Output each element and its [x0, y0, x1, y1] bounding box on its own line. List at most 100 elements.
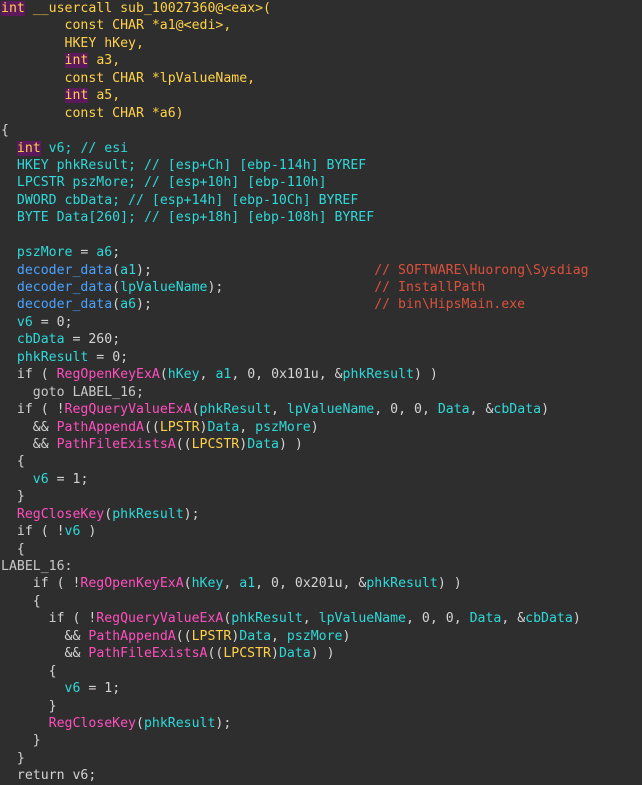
code-line[interactable]: {	[0, 663, 642, 680]
code-token: phkResult	[143, 715, 216, 731]
code-line[interactable]: pszMore = a6;	[0, 244, 642, 261]
code-line[interactable]: if ( !RegQueryValueExA(phkResult, lpValu…	[0, 610, 642, 627]
code-line[interactable]: if ( RegOpenKeyExA(hKey, a1, 0, 0x101u, …	[0, 366, 642, 383]
code-line[interactable]: const CHAR *a6)	[0, 105, 642, 122]
code-line[interactable]: RegCloseKey(phkResult);	[0, 506, 642, 523]
code-line[interactable]: int __usercall sub_10027360@<eax>(	[0, 0, 642, 17]
code-token: __usercall sub_10027360@<eax>(	[32, 1, 271, 16]
code-line[interactable]: v6 = 1;	[0, 680, 642, 697]
code-token: );	[207, 280, 224, 295]
code-token: ) )	[278, 436, 303, 452]
code-line[interactable]: {	[0, 541, 642, 558]
code-listing[interactable]: int __usercall sub_10027360@<eax>( const…	[0, 0, 642, 785]
code-token: ,	[239, 419, 256, 435]
code-token: ;	[80, 471, 89, 487]
code-token: decoder_data	[16, 262, 113, 278]
code-token: )	[271, 646, 279, 662]
code-line[interactable]	[0, 227, 642, 244]
code-line[interactable]: decoder_data(a6); // bin\HipsMain.exe	[0, 296, 642, 313]
code-token: LPCSTR pszMore;	[16, 175, 136, 191]
code-token: a1	[120, 262, 137, 278]
code-line[interactable]: && PathFileExistsA((LPCSTR)Data) )	[0, 645, 642, 662]
code-token: decoder_data	[16, 280, 113, 295]
code-line[interactable]: DWORD cbData; // [esp+14h] [ebp-10Ch] BY…	[0, 192, 642, 209]
code-line[interactable]: && PathFileExistsA((LPCSTR)Data) )	[0, 436, 642, 453]
code-token: // [esp+18h] [ebp-108h] BYREF	[143, 210, 375, 226]
code-line[interactable]: int a3,	[0, 52, 642, 69]
code-token: =	[32, 314, 57, 330]
code-line[interactable]: v6 = 1;	[0, 471, 642, 488]
code-token: phkResult	[231, 611, 303, 627]
code-token: 0	[271, 576, 279, 592]
code-line[interactable]: {	[0, 122, 642, 139]
code-line[interactable]: && PathAppendA((LPSTR)Data, pszMore)	[0, 628, 642, 645]
code-token: RegCloseKey	[48, 715, 136, 731]
code-line[interactable]: const CHAR *a1@<edi>,	[0, 17, 642, 34]
code-line[interactable]: int v6; // esi	[0, 140, 642, 157]
code-line[interactable]: decoder_data(lpValueName); // InstallPat…	[0, 279, 642, 296]
code-line[interactable]: decoder_data(a1); // SOFTWARE\Huorong\Sy…	[0, 262, 642, 279]
code-line[interactable]: LABEL_16:	[0, 558, 642, 575]
code-line[interactable]: if ( !v6 )	[0, 523, 642, 540]
code-token: 0	[421, 611, 430, 627]
code-token: (	[191, 402, 200, 418]
code-line[interactable]: phkResult = 0;	[0, 349, 642, 366]
code-line[interactable]: }	[0, 698, 642, 715]
code-token: int	[1, 1, 25, 16]
code-line[interactable]: RegCloseKey(phkResult);	[0, 715, 642, 732]
code-token: ((	[175, 628, 192, 644]
code-line[interactable]: if ( !RegOpenKeyExA(hKey, a1, 0, 0x201u,…	[0, 575, 642, 592]
code-token: 0	[112, 349, 121, 365]
code-line[interactable]: {	[0, 453, 642, 470]
code-line[interactable]: BYTE Data[260]; // [esp+18h] [ebp-108h] …	[0, 209, 642, 226]
code-line[interactable]: const CHAR *lpValueName,	[0, 70, 642, 87]
code-line[interactable]: LPCSTR pszMore; // [esp+10h] [ebp-110h]	[0, 174, 642, 191]
code-token: ;	[112, 681, 121, 697]
code-token: pszMore	[286, 628, 343, 644]
code-token: ( !	[64, 611, 97, 627]
code-token: {	[32, 593, 41, 609]
pseudocode-view[interactable]: int __usercall sub_10027360@<eax>( const…	[0, 0, 642, 783]
code-line[interactable]: if ( !RegQueryValueExA(phkResult, lpValu…	[0, 401, 642, 418]
code-token: DWORD cbData;	[16, 192, 121, 208]
code-line[interactable]: }	[0, 488, 642, 505]
code-line[interactable]: int a5,	[0, 87, 642, 104]
code-line[interactable]: }	[0, 750, 642, 767]
code-line[interactable]: HKEY phkResult; // [esp+Ch] [ebp-114h] B…	[0, 157, 642, 174]
code-line[interactable]: goto LABEL_16;	[0, 384, 642, 401]
code-token: ,	[406, 611, 422, 627]
code-token: phkResult	[16, 349, 89, 365]
code-token: ,	[199, 367, 216, 383]
code-token: , &	[469, 402, 494, 418]
code-token: ;	[64, 314, 73, 330]
code-line[interactable]: return v6;	[0, 767, 642, 784]
code-line[interactable]: {	[0, 593, 642, 610]
code-token: =	[64, 332, 89, 348]
code-line[interactable]: v6 = 0;	[0, 314, 642, 331]
code-token: =	[48, 471, 73, 487]
code-token: // [esp+10h] [ebp-110h]	[143, 175, 327, 191]
code-line[interactable]: HKEY hKey,	[0, 35, 642, 52]
code-token: &&	[64, 628, 81, 644]
code-line[interactable]: }	[0, 732, 642, 749]
code-line[interactable]: cbData = 260;	[0, 331, 642, 348]
code-line[interactable]: && PathAppendA((LPSTR)Data, pszMore)	[0, 419, 642, 436]
